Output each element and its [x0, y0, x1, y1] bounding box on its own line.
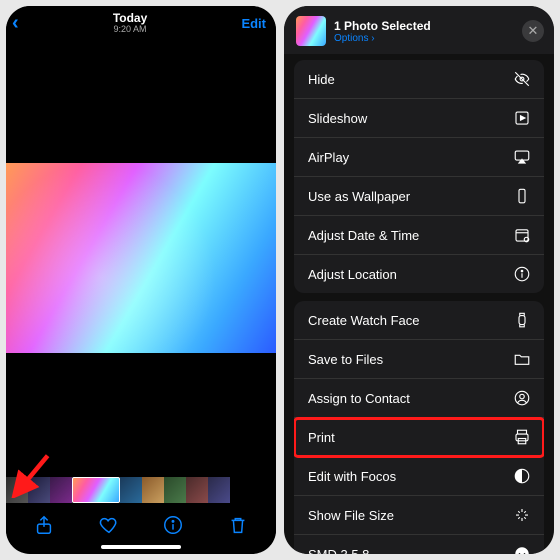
- action-create-watch-face[interactable]: Create Watch Face: [294, 301, 544, 340]
- printer-icon: [512, 427, 532, 447]
- person-icon: [512, 388, 532, 408]
- thumbnail[interactable]: [164, 477, 186, 503]
- thumbnail[interactable]: [28, 477, 50, 503]
- action-label: Show File Size: [308, 508, 394, 523]
- action-airplay[interactable]: AirPlay: [294, 138, 544, 177]
- eye-off-icon: [512, 69, 532, 89]
- share-icon[interactable]: [32, 513, 56, 537]
- back-button[interactable]: ‹: [12, 12, 19, 35]
- action-assign-to-contact[interactable]: Assign to Contact: [294, 379, 544, 418]
- action-show-file-size[interactable]: Show File Size: [294, 496, 544, 535]
- action-label: Adjust Date & Time: [308, 228, 419, 243]
- watch-icon: [512, 310, 532, 330]
- options-button[interactable]: Options ›: [334, 33, 431, 44]
- action-label: Create Watch Face: [308, 313, 420, 328]
- folder-icon: [512, 349, 532, 369]
- close-button[interactable]: ✕: [522, 20, 544, 42]
- action-slideshow[interactable]: Slideshow: [294, 99, 544, 138]
- action-label: Save to Files: [308, 352, 383, 367]
- action-label: Slideshow: [308, 111, 367, 126]
- action-edit-with-focos[interactable]: Edit with Focos: [294, 457, 544, 496]
- action-label: Print: [308, 430, 335, 445]
- calendar-icon: [512, 225, 532, 245]
- action-adjust-date-time[interactable]: Adjust Date & Time: [294, 216, 544, 255]
- info-icon: [512, 264, 532, 284]
- action-label: Adjust Location: [308, 267, 397, 282]
- thumbnail[interactable]: [142, 477, 164, 503]
- action-label: Edit with Focos: [308, 469, 396, 484]
- moon-icon: [512, 466, 532, 486]
- action-label: Assign to Contact: [308, 391, 410, 406]
- action-print[interactable]: Print: [294, 418, 544, 457]
- heart-icon[interactable]: [97, 513, 121, 537]
- sparkle-icon: [512, 505, 532, 525]
- trash-icon[interactable]: [226, 513, 250, 537]
- nav-title: Today 9:20 AM: [113, 12, 147, 35]
- action-adjust-location[interactable]: Adjust Location: [294, 255, 544, 293]
- thumbnail[interactable]: [50, 477, 72, 503]
- thumbnail[interactable]: [72, 477, 120, 503]
- action-label: SMD 3.5.8: [308, 547, 369, 555]
- photos-viewer: ‹ Today 9:20 AM Edit: [6, 6, 276, 554]
- thumbnail[interactable]: [186, 477, 208, 503]
- phone-icon: [512, 186, 532, 206]
- selected-count-label: 1 Photo Selected: [334, 19, 431, 33]
- airplay-icon: [512, 147, 532, 167]
- bottom-toolbar: [6, 503, 276, 545]
- sheet-header: 1 Photo Selected Options › ✕: [284, 6, 554, 54]
- play-sq-icon: [512, 108, 532, 128]
- preview-thumbnail: [296, 16, 326, 46]
- action-hide[interactable]: Hide: [294, 60, 544, 99]
- action-label: AirPlay: [308, 150, 349, 165]
- thumbnail[interactable]: [120, 477, 142, 503]
- action-use-as-wallpaper[interactable]: Use as Wallpaper: [294, 177, 544, 216]
- action-save-to-files[interactable]: Save to Files: [294, 340, 544, 379]
- photo-area[interactable]: [6, 39, 276, 477]
- info-icon[interactable]: [161, 513, 185, 537]
- chevron-down-circle-icon: [512, 544, 532, 554]
- thumbnail-strip[interactable]: [6, 477, 276, 503]
- time-label: 9:20 AM: [113, 25, 147, 35]
- action-label: Hide: [308, 72, 335, 87]
- nav-bar: ‹ Today 9:20 AM Edit: [6, 6, 276, 39]
- action-label: Use as Wallpaper: [308, 189, 410, 204]
- edit-button[interactable]: Edit: [241, 16, 266, 31]
- thumbnail[interactable]: [208, 477, 230, 503]
- photo-gradient: [6, 163, 276, 353]
- home-indicator: [101, 545, 181, 549]
- thumbnail[interactable]: [6, 477, 28, 503]
- action-list[interactable]: Hide Slideshow AirPlay Use as Wallpaper Adju…: [284, 54, 554, 554]
- action-smd-3-5-8[interactable]: SMD 3.5.8: [294, 535, 544, 554]
- share-sheet: 1 Photo Selected Options › ✕ Hide Slidesh…: [284, 6, 554, 554]
